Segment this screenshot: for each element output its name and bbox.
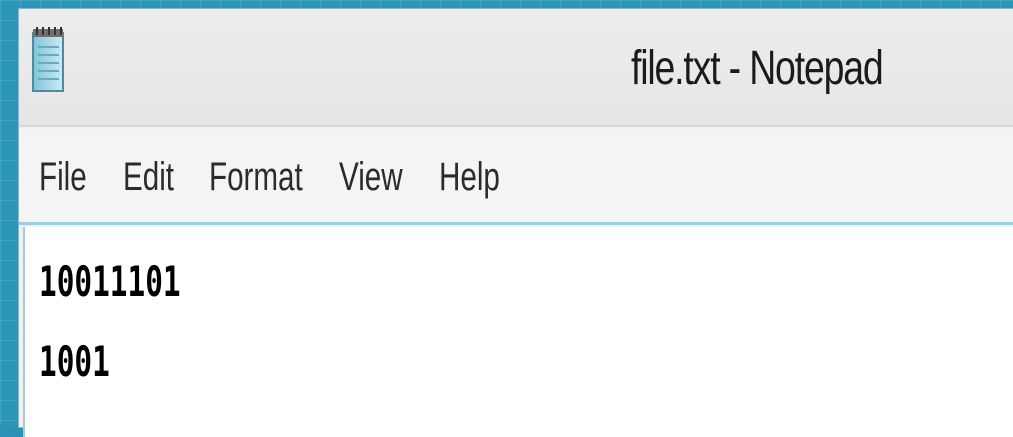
menu-view[interactable]: View — [339, 155, 403, 200]
text-line: 1001 — [39, 337, 110, 386]
text-line: 10011101 — [39, 257, 181, 306]
notepad-window[interactable]: file.txt - Notepad File Edit Format View… — [18, 8, 1013, 437]
notepad-icon[interactable] — [31, 25, 67, 95]
title-bar[interactable]: file.txt - Notepad — [19, 9, 1013, 127]
text-editor-area[interactable]: 10011101 1001 — [23, 227, 1013, 437]
menu-edit[interactable]: Edit — [123, 155, 174, 200]
menu-bar: File Edit Format View Help — [19, 129, 1013, 225]
menu-help[interactable]: Help — [439, 155, 500, 200]
menu-format[interactable]: Format — [209, 155, 303, 200]
menu-file[interactable]: File — [39, 155, 87, 200]
window-title: file.txt - Notepad — [631, 42, 884, 95]
